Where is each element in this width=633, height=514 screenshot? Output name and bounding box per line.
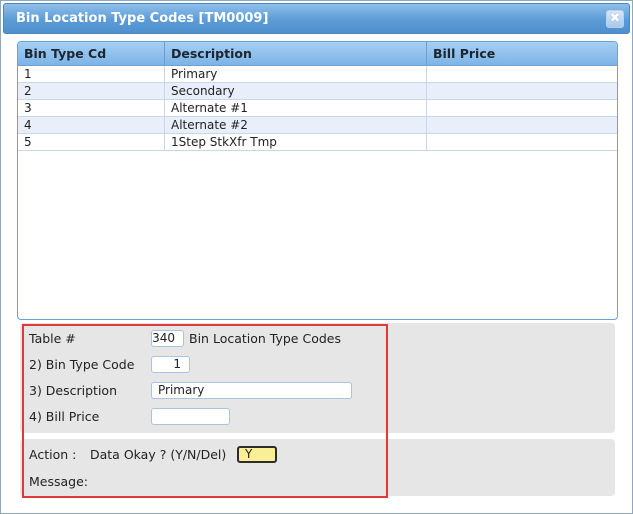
message-label: Message: [29, 474, 88, 489]
column-header-bin-type-cd[interactable]: Bin Type Cd [18, 42, 165, 65]
data-okay-input[interactable]: Y [237, 446, 277, 463]
table-number-field: 340 [151, 330, 184, 347]
codes-grid: Bin Type Cd Description Bill Price 1 Pri… [17, 41, 618, 320]
description-label: 3) Description [29, 383, 117, 398]
bin-type-code-input[interactable]: 1 [151, 356, 190, 373]
action-label: Action : [29, 447, 77, 462]
table-row[interactable]: 2 Secondary [18, 83, 617, 100]
title-bar: Bin Location Type Codes [TM0009] ✖ [3, 3, 630, 34]
cell-bin-type-cd: 5 [18, 134, 165, 150]
cell-description: Primary [165, 66, 427, 82]
cell-description: Secondary [165, 83, 427, 99]
description-input[interactable]: Primary [151, 382, 352, 399]
cell-description: Alternate #1 [165, 100, 427, 116]
cell-bill-price [427, 66, 617, 82]
table-name-text: Bin Location Type Codes [189, 331, 341, 346]
cell-description: 1Step StkXfr Tmp [165, 134, 427, 150]
bill-price-input[interactable] [151, 408, 230, 425]
table-row[interactable]: 4 Alternate #2 [18, 117, 617, 134]
cell-bin-type-cd: 3 [18, 100, 165, 116]
bin-type-code-label: 2) Bin Type Code [29, 357, 135, 372]
table-row[interactable]: 5 1Step StkXfr Tmp [18, 134, 617, 151]
column-header-description[interactable]: Description [165, 42, 427, 65]
table-row[interactable]: 1 Primary [18, 66, 617, 83]
close-icon: ✖ [609, 11, 621, 26]
cell-bill-price [427, 134, 617, 150]
dialog-window: Bin Location Type Codes [TM0009] ✖ Bin T… [0, 0, 633, 514]
cell-bill-price [427, 117, 617, 133]
grid-header: Bin Type Cd Description Bill Price [18, 42, 617, 66]
table-number-label: Table # [29, 331, 76, 346]
table-row[interactable]: 3 Alternate #1 [18, 100, 617, 117]
cell-bin-type-cd: 2 [18, 83, 165, 99]
window-title: Bin Location Type Codes [TM0009] [16, 11, 269, 26]
cell-bin-type-cd: 1 [18, 66, 165, 82]
cell-description: Alternate #2 [165, 117, 427, 133]
data-okay-prompt: Data Okay ? (Y/N/Del) [90, 447, 227, 462]
cell-bill-price [427, 100, 617, 116]
column-header-bill-price[interactable]: Bill Price [427, 42, 617, 65]
bill-price-label: 4) Bill Price [29, 409, 100, 424]
close-button[interactable]: ✖ [606, 10, 624, 28]
cell-bin-type-cd: 4 [18, 117, 165, 133]
cell-bill-price [427, 83, 617, 99]
